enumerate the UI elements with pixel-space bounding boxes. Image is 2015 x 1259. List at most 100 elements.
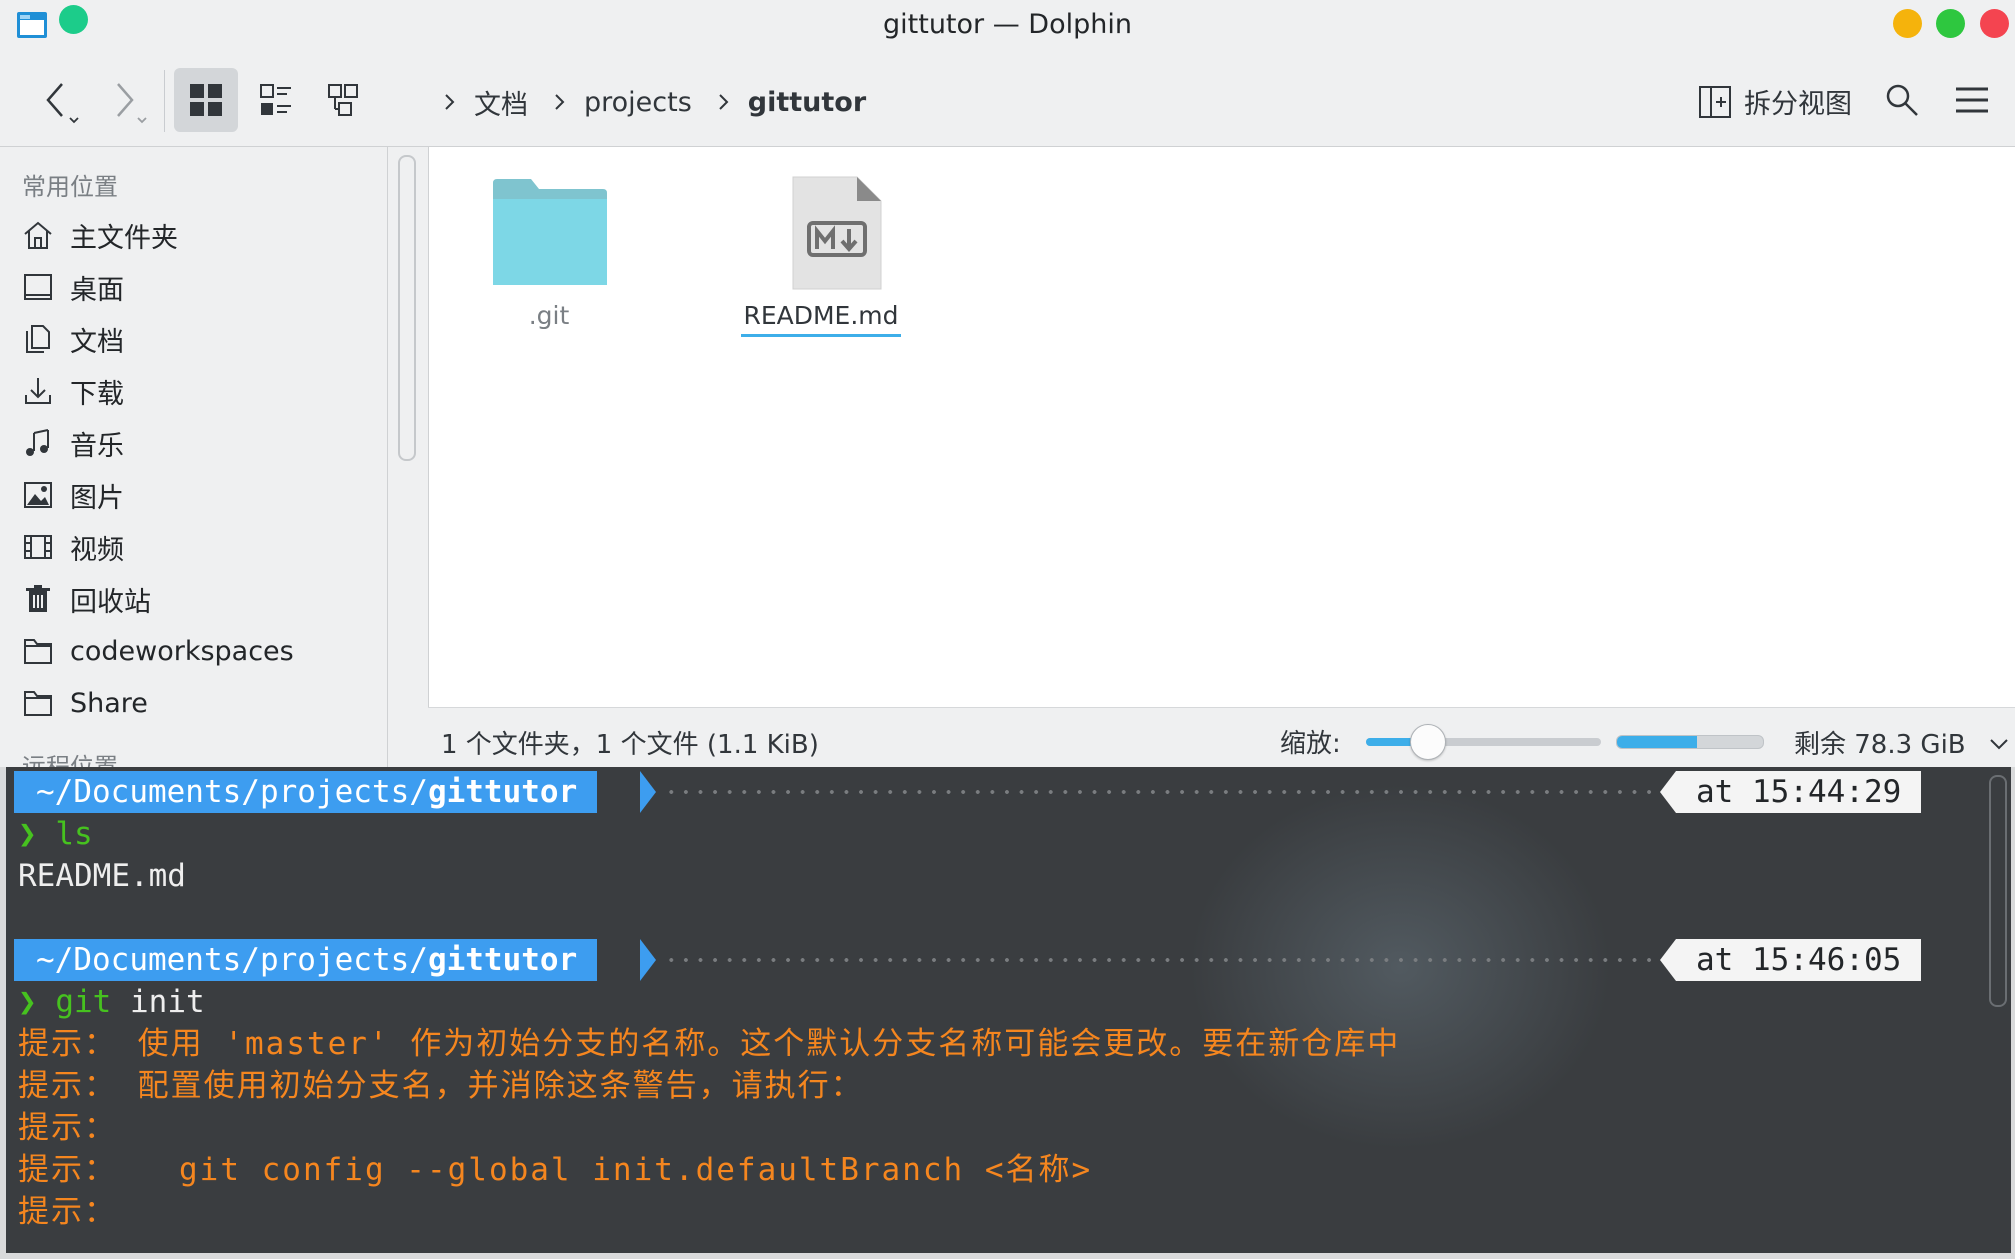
command-text: ls xyxy=(55,816,93,852)
command-line: ❯ git init xyxy=(18,981,205,1023)
breadcrumb-item-documents[interactable]: 文档 xyxy=(474,83,528,122)
sidebar-item-label: 文档 xyxy=(70,326,124,358)
hamburger-menu-icon xyxy=(1956,87,1988,113)
command-line: ❯ ls xyxy=(18,813,93,855)
forward-button[interactable] xyxy=(104,74,154,130)
folder-icon xyxy=(24,691,52,716)
free-space-bar xyxy=(1616,735,1764,749)
breadcrumb: 文档 projects gittutor xyxy=(432,82,866,122)
search-icon xyxy=(1886,84,1918,116)
prompt-path-prefix: ~/Documents/projects/ xyxy=(36,942,428,978)
free-space-fill xyxy=(1617,736,1698,748)
places-sidebar: 常用位置 主文件夹 桌面 文档 下载 音乐 图片 视频 回收站 codework… xyxy=(0,147,388,767)
documents-icon xyxy=(26,325,50,353)
desktop-icon xyxy=(24,274,52,300)
file-view: .git README.md xyxy=(428,147,2015,707)
prompt-filler-dots xyxy=(664,958,1664,962)
sidebar-item-label: codeworkspaces xyxy=(70,635,294,667)
title-bar: gittutor — Dolphin xyxy=(0,0,2015,52)
grid-view-icon xyxy=(190,84,222,116)
free-space-label: 剩余 78.3 GiB xyxy=(1794,730,1966,760)
icons-view-button[interactable] xyxy=(174,68,238,132)
maximize-button[interactable] xyxy=(1936,9,1965,38)
command-name: git xyxy=(55,984,112,1020)
sidebar-item-videos[interactable]: 视频 xyxy=(22,525,124,569)
time-separator xyxy=(1660,939,1676,981)
sidebar-item-label: 视频 xyxy=(70,534,124,566)
folder-icon xyxy=(493,179,607,285)
sidebar-item-documents[interactable]: 文档 xyxy=(22,317,124,361)
remote-heading: 远程位置 xyxy=(22,753,118,767)
file-item-git-folder[interactable]: .git xyxy=(489,177,609,330)
back-button[interactable] xyxy=(36,74,86,130)
menu-button[interactable] xyxy=(1950,78,1994,122)
time-separator xyxy=(1660,771,1676,813)
split-view-button[interactable]: 拆分视图 xyxy=(1698,82,1852,121)
folder-summary: 1 个文件夹，1 个文件 (1.1 KiB) xyxy=(441,730,819,760)
prompt-path-current: gittutor xyxy=(427,774,578,810)
compact-view-button[interactable] xyxy=(244,68,308,132)
split-view-icon xyxy=(1699,85,1731,118)
back-arrow-icon xyxy=(46,83,79,124)
prompt-symbol: ❯ xyxy=(18,984,37,1020)
toolbar: 文档 projects gittutor 拆分视图 xyxy=(0,52,2015,147)
pictures-icon xyxy=(24,482,52,508)
forward-arrow-icon xyxy=(117,83,147,124)
prompt-symbol: ❯ xyxy=(18,816,37,852)
file-label: README.md xyxy=(741,301,901,337)
close-button[interactable] xyxy=(1980,9,2009,38)
sidebar-item-label: 下载 xyxy=(70,378,124,410)
sidebar-item-music[interactable]: 音乐 xyxy=(22,421,124,465)
breadcrumb-item-gittutor[interactable]: gittutor xyxy=(748,87,866,118)
breadcrumb-item-projects[interactable]: projects xyxy=(584,87,692,118)
video-icon xyxy=(24,535,52,559)
search-button[interactable] xyxy=(1880,78,1924,122)
window-title: gittutor — Dolphin xyxy=(883,9,1132,40)
download-icon xyxy=(25,378,51,404)
zoom-slider[interactable] xyxy=(1366,724,1601,760)
music-icon xyxy=(26,429,49,456)
terminal-scrollbar[interactable] xyxy=(1989,775,2007,1007)
chevron-down-icon xyxy=(1990,739,2008,750)
command-args: init xyxy=(111,984,205,1020)
compact-view-icon xyxy=(260,84,291,115)
command-output: README.md xyxy=(18,858,186,894)
prompt-path-current: gittutor xyxy=(427,942,578,978)
minimize-button[interactable] xyxy=(1893,9,1922,38)
sidebar-item-codeworkspaces[interactable]: codeworkspaces xyxy=(22,629,294,673)
sidebar-item-label: 音乐 xyxy=(70,430,124,462)
prompt-path: ~/Documents/projects/gittutor xyxy=(14,771,598,813)
home-icon xyxy=(24,221,52,249)
sidebar-item-label: 图片 xyxy=(70,482,124,514)
prompt-separator xyxy=(640,771,656,813)
sidebar-item-label: Share xyxy=(70,687,148,719)
chevron-right-icon xyxy=(555,94,565,110)
split-view-label: 拆分视图 xyxy=(1744,89,1852,120)
sidebar-scrollbar[interactable] xyxy=(398,155,416,461)
chevron-right-icon xyxy=(719,94,729,110)
sidebar-item-share[interactable]: Share xyxy=(22,681,148,725)
sidebar-item-home[interactable]: 主文件夹 xyxy=(22,213,178,257)
zoom-slider-handle[interactable] xyxy=(1410,724,1447,760)
hint-line: 提示： 配置使用初始分支名，并消除这条警告，请执行： xyxy=(18,1068,864,1104)
zoom-label: 缩放: xyxy=(1280,729,1341,759)
folder-icon xyxy=(24,639,52,664)
markdown-file-icon xyxy=(792,176,882,290)
file-item-readme[interactable]: README.md xyxy=(741,175,901,337)
command-time: at 15:44:29 xyxy=(1676,771,1922,813)
sidebar-item-downloads[interactable]: 下载 xyxy=(22,369,124,413)
places-heading: 常用位置 xyxy=(22,173,118,201)
details-view-button[interactable] xyxy=(312,68,376,132)
prompt-path: ~/Documents/projects/gittutor xyxy=(14,939,598,981)
sidebar-item-pictures[interactable]: 图片 xyxy=(22,473,124,517)
sidebar-item-trash[interactable]: 回收站 xyxy=(22,577,151,621)
command-time: at 15:46:05 xyxy=(1676,939,1922,981)
free-space-button[interactable]: 剩余 78.3 GiB xyxy=(1794,724,2010,761)
status-bar: 1 个文件夹，1 个文件 (1.1 KiB) 缩放: 剩余 78.3 GiB xyxy=(428,707,2015,768)
sidebar-item-label: 主文件夹 xyxy=(70,222,178,254)
sidebar-item-label: 桌面 xyxy=(70,274,124,306)
trash-icon xyxy=(26,585,50,612)
terminal-panel[interactable]: ~/Documents/projects/gittutor at 15:44:2… xyxy=(0,767,2015,1259)
chevron-right-icon xyxy=(445,94,455,110)
sidebar-item-desktop[interactable]: 桌面 xyxy=(22,265,124,309)
